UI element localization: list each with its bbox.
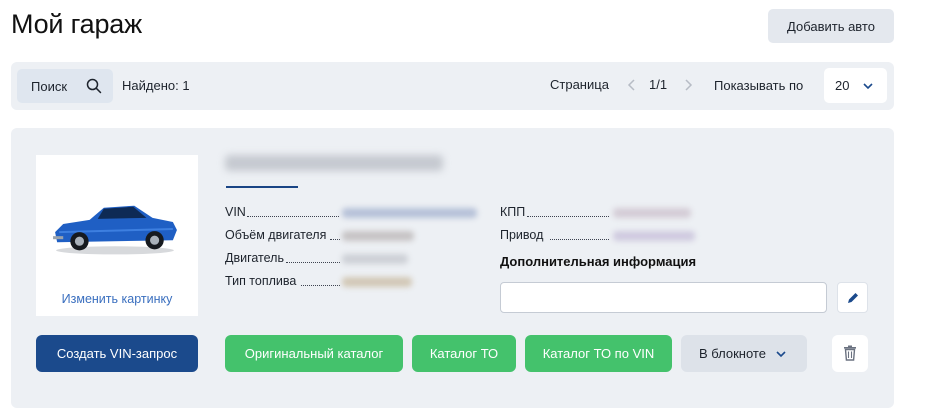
create-vin-request-button[interactable]: Создать VIN-запрос	[36, 335, 198, 372]
notepad-label: В блокноте	[699, 346, 766, 361]
chevron-down-icon	[776, 351, 786, 358]
engine-value	[342, 254, 408, 264]
spec-vin-label: VIN	[225, 205, 246, 219]
search-label: Поиск	[31, 78, 68, 94]
car-image-box: Изменить картинку	[36, 155, 198, 316]
spec-engine-label: Двигатель	[225, 251, 284, 265]
car-image	[53, 205, 177, 255]
notepad-dropdown[interactable]: В блокноте	[681, 335, 807, 372]
drive-value	[613, 231, 695, 241]
engine-volume-value	[342, 231, 414, 241]
spec-drive-label: Привод	[500, 228, 544, 242]
dots	[301, 285, 340, 286]
spec-fuel-label: Тип топлива	[225, 274, 297, 288]
dots	[286, 262, 340, 263]
page-title: Мой гараж	[11, 9, 142, 39]
search-icon	[86, 78, 102, 94]
dots	[527, 216, 609, 217]
dots	[330, 239, 340, 240]
pencil-icon	[848, 293, 858, 303]
car-card: Изменить картинку VIN Объём двигателя Дв…	[11, 128, 894, 408]
additional-info-input[interactable]	[500, 282, 827, 313]
perpage-value: 20	[835, 78, 850, 93]
trash-icon	[844, 345, 856, 361]
to-catalog-vin-button[interactable]: Каталог ТО по VIN	[525, 335, 672, 372]
page-label: Страница	[550, 77, 609, 92]
page-indicator: 1/1	[649, 77, 668, 92]
chevron-right-icon[interactable]	[681, 76, 695, 94]
perpage-select[interactable]: 20	[824, 68, 887, 103]
dots	[247, 216, 339, 217]
add-car-button[interactable]: Добавить авто	[768, 9, 894, 43]
fuel-value	[342, 277, 412, 287]
delete-button[interactable]	[832, 335, 868, 372]
spec-gearbox-label: КПП	[500, 205, 526, 219]
found-count: Найдено: 1	[122, 78, 190, 93]
change-picture-link[interactable]: Изменить картинку	[36, 292, 198, 306]
perpage-label: Показывать по	[714, 78, 804, 93]
title-underline	[226, 186, 298, 188]
to-catalog-button[interactable]: Каталог ТО	[412, 335, 516, 372]
chevron-down-icon	[863, 83, 873, 90]
search-button[interactable]: Поиск	[17, 69, 113, 103]
original-catalog-button[interactable]: Оригинальный каталог	[225, 335, 403, 372]
vin-value	[342, 208, 477, 218]
car-title	[225, 155, 443, 171]
spec-engine-volume-label: Объём двигателя	[225, 228, 327, 242]
gearbox-value	[613, 208, 691, 218]
edit-info-button[interactable]	[837, 282, 868, 313]
additional-info-heading: Дополнительная информация	[500, 254, 697, 269]
chevron-left-icon[interactable]	[625, 76, 639, 94]
garage-toolbar: Поиск Найдено: 1 Страница 1/1 Показывать…	[11, 62, 894, 110]
dots	[550, 239, 609, 240]
